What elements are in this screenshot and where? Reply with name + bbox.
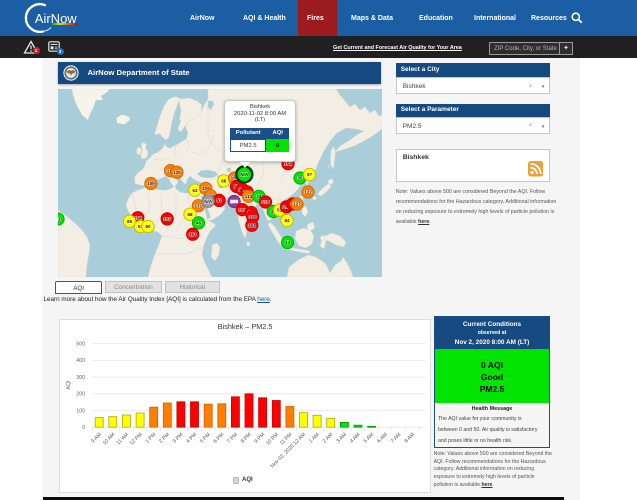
svg-text:N/A: N/A (204, 199, 213, 204)
svg-text:2 PM: 2 PM (158, 432, 171, 445)
svg-text:AQI: AQI (66, 380, 72, 389)
svg-text:12 PM: 12 PM (129, 432, 144, 447)
svg-text:3 PM: 3 PM (171, 432, 184, 445)
svg-text:11 AM: 11 AM (115, 432, 129, 446)
svg-text:1 PM: 1 PM (144, 432, 157, 445)
svg-text:21: 21 (58, 217, 61, 222)
svg-text:60: 60 (145, 224, 151, 229)
svg-text:5 AM: 5 AM (362, 432, 375, 445)
svg-text:63: 63 (192, 188, 198, 193)
svg-text:500: 500 (76, 341, 85, 347)
svg-text:200: 200 (230, 199, 238, 204)
svg-text:153: 153 (188, 232, 196, 237)
svg-text:157: 157 (163, 217, 171, 222)
svg-text:65: 65 (126, 219, 132, 224)
svg-text:6 PM: 6 PM (212, 432, 225, 445)
svg-text:154: 154 (284, 161, 292, 166)
svg-text:2 AM: 2 AM (321, 432, 334, 445)
svg-text:175: 175 (261, 200, 269, 205)
svg-text:300: 300 (76, 375, 85, 381)
svg-text:161: 161 (247, 223, 255, 228)
svg-text:122: 122 (304, 190, 312, 195)
svg-text:68: 68 (187, 212, 193, 217)
svg-text:127: 127 (293, 202, 301, 207)
svg-text:169: 169 (248, 214, 256, 219)
svg-text:N/A: N/A (240, 172, 249, 177)
svg-text:3 AM: 3 AM (335, 432, 348, 445)
svg-text:5 PM: 5 PM (199, 432, 212, 445)
svg-text:10 PM: 10 PM (265, 432, 280, 447)
svg-text:8 PM: 8 PM (239, 432, 252, 445)
svg-text:109: 109 (147, 181, 155, 186)
svg-text:4 PM: 4 PM (185, 432, 198, 445)
svg-text:6 AM: 6 AM (376, 432, 389, 445)
svg-text:1 AM: 1 AM (308, 432, 321, 445)
svg-text:43: 43 (284, 240, 290, 245)
svg-text:8 AM: 8 AM (403, 432, 416, 445)
svg-text:7 AM: 7 AM (389, 432, 402, 445)
svg-text:46: 46 (195, 221, 201, 226)
svg-text:97: 97 (306, 172, 312, 177)
svg-text:10 AM: 10 AM (101, 432, 116, 447)
svg-text:114: 114 (244, 194, 252, 199)
svg-text:53: 53 (216, 198, 222, 203)
svg-text:400: 400 (76, 358, 85, 364)
svg-text:35: 35 (297, 176, 303, 181)
svg-text:131: 131 (194, 203, 202, 208)
svg-text:135: 135 (173, 170, 181, 175)
svg-text:100: 100 (76, 408, 85, 414)
svg-text:0: 0 (82, 425, 85, 431)
svg-text:84: 84 (284, 218, 290, 223)
svg-text:200: 200 (76, 391, 85, 397)
svg-text:7 PM: 7 PM (226, 432, 239, 445)
svg-text:66: 66 (221, 179, 227, 184)
svg-text:4 AM: 4 AM (349, 432, 362, 445)
